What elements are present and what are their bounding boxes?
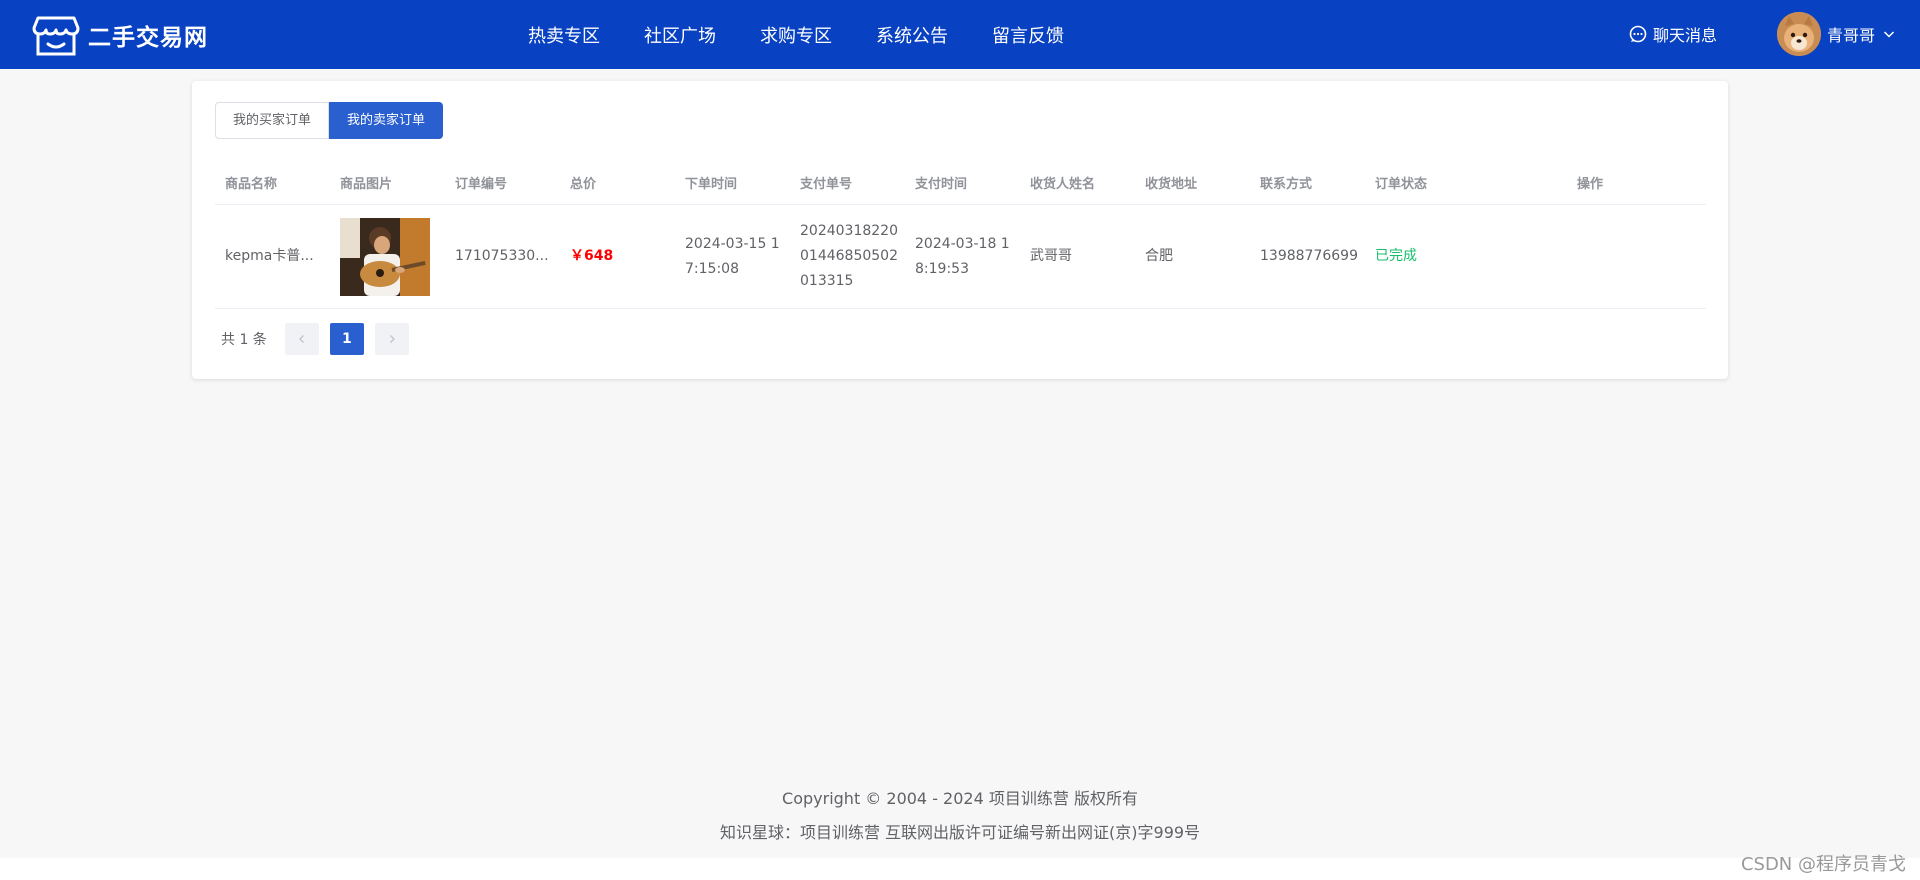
pay-no-line: 01446850502 (800, 248, 898, 264)
chat-messages-link[interactable]: 聊天消息 (1629, 22, 1717, 46)
site-name: 二手交易网 (88, 25, 208, 51)
chevron-down-icon (1883, 31, 1895, 38)
storefront-icon (32, 16, 80, 56)
license-text: 知识星球：项目训练营 互联网出版许可证编号新出网证(京)字999号 (719, 823, 1201, 842)
product-name: kepma卡普... (225, 248, 314, 264)
order-time-line: 2024-03-15 1 (685, 235, 780, 252)
receiver-name: 武哥哥 (1030, 248, 1072, 264)
page-number[interactable]: 1 (329, 323, 364, 355)
nav-feedback[interactable]: 留言反馈 (992, 22, 1064, 48)
watermark: CSDN @程序员青戈 (1740, 854, 1906, 875)
col-address: 收货地址 (1145, 177, 1198, 192)
top-header: 二手交易网 热卖专区 社区广场 求购专区 系统公告 留言反馈 聊天消息 青哥哥 (0, 0, 1920, 69)
pay-no-line: 013315 (800, 273, 854, 289)
username: 青哥哥 (1827, 26, 1876, 45)
col-pay-time: 支付时间 (915, 177, 968, 192)
next-page-button[interactable] (374, 323, 409, 355)
tab-buyer-orders[interactable]: 我的买家订单 (215, 102, 330, 139)
orders-card: 我的买家订单 我的卖家订单 商品名称 商品图片 订单编号 总价 下单时间 支付单… (192, 81, 1728, 379)
orders-table: 商品名称 商品图片 订单编号 总价 下单时间 支付单号 支付时间 收货人姓名 收… (215, 161, 1706, 309)
col-actions: 操作 (1577, 177, 1604, 192)
footer-band (0, 858, 1920, 880)
chevron-right-icon (389, 335, 395, 343)
col-total-price: 总价 (570, 177, 597, 192)
site-logo[interactable]: 二手交易网 (32, 12, 208, 58)
pay-time-line: 2024-03-18 1 (915, 235, 1010, 252)
nav-community[interactable]: 社区广场 (644, 22, 716, 48)
col-status: 订单状态 (1375, 177, 1428, 192)
order-no: 171075330... (455, 248, 549, 264)
main-nav: 热卖专区 社区广场 求购专区 系统公告 留言反馈 (528, 0, 1108, 69)
pagination: 共 1 条 1 (215, 323, 420, 355)
page-footer: Copyright © 2004 - 2024 项目训练营 版权所有 知识星球：… (0, 782, 1920, 850)
order-time: 2024-03-15 1 7:15:08 (675, 232, 790, 282)
pay-time: 2024-03-18 1 8:19:53 (905, 232, 1020, 282)
order-status: 已完成 (1375, 248, 1417, 264)
nav-announcement[interactable]: 系统公告 (876, 22, 948, 48)
receiver-address: 合肥 (1145, 248, 1173, 264)
chat-bubble-icon (1629, 25, 1647, 43)
total-count: 共 1 条 (221, 332, 267, 348)
col-phone: 联系方式 (1260, 177, 1313, 192)
order-time-line: 7:15:08 (685, 260, 739, 277)
product-image-cell (330, 217, 445, 296)
tab-seller-orders[interactable]: 我的卖家订单 (329, 102, 444, 139)
nav-hot-sale[interactable]: 热卖专区 (528, 22, 600, 48)
nav-wanted[interactable]: 求购专区 (760, 22, 832, 48)
product-thumbnail[interactable] (340, 217, 430, 296)
col-order-no: 订单编号 (455, 177, 508, 192)
contact-phone: 13988776699 (1260, 248, 1358, 264)
chat-label: 聊天消息 (1653, 26, 1718, 45)
table-header: 商品名称 商品图片 订单编号 总价 下单时间 支付单号 支付时间 收货人姓名 收… (215, 161, 1706, 205)
table-row: kepma卡普... 171075330... ￥648 2024-03-15 … (215, 205, 1706, 309)
order-type-tabs: 我的买家订单 我的卖家订单 (215, 102, 444, 139)
pay-time-line: 8:19:53 (915, 260, 969, 277)
avatar (1777, 12, 1821, 56)
pay-no-line: 20240318220 (800, 223, 898, 239)
prev-page-button[interactable] (284, 323, 319, 355)
copyright-text: Copyright © 2004 - 2024 项目训练营 版权所有 (782, 789, 1138, 808)
user-menu[interactable]: 青哥哥 (1777, 12, 1895, 56)
pay-no: 20240318220 01446850502 013315 (790, 219, 905, 294)
total-price: ￥648 (570, 248, 614, 264)
col-product-image: 商品图片 (340, 177, 393, 192)
col-pay-no: 支付单号 (800, 177, 853, 192)
col-product-name: 商品名称 (225, 177, 278, 192)
col-receiver: 收货人姓名 (1030, 177, 1096, 192)
col-order-time: 下单时间 (685, 177, 738, 192)
chevron-left-icon (298, 335, 304, 343)
